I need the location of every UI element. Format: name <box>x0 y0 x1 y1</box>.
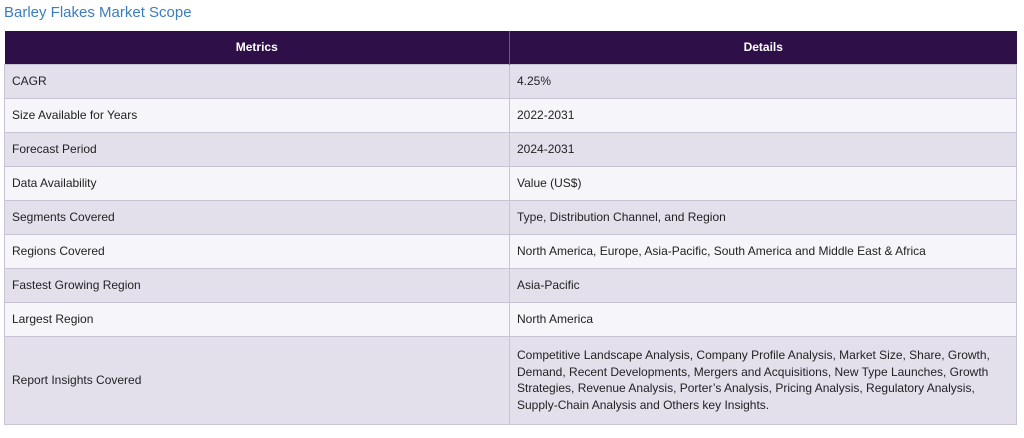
detail-cell: Type, Distribution Channel, and Region <box>509 199 1017 235</box>
table-row: Fastest Growing Region Asia-Pacific <box>4 267 1017 303</box>
metric-cell: CAGR <box>4 63 510 99</box>
column-header-details: Details <box>509 31 1017 64</box>
table-row: Segments Covered Type, Distribution Chan… <box>4 199 1017 235</box>
metric-cell: Data Availability <box>4 165 510 201</box>
table-row: Regions Covered North America, Europe, A… <box>4 233 1017 269</box>
metric-cell: Largest Region <box>4 301 510 337</box>
detail-cell: North America, Europe, Asia-Pacific, Sou… <box>509 233 1017 269</box>
detail-cell: North America <box>509 301 1017 337</box>
table-row: Data Availability Value (US$) <box>4 165 1017 201</box>
table-row: Report Insights Covered Competitive Land… <box>4 335 1017 425</box>
table-row: Largest Region North America <box>4 301 1017 337</box>
table-row: CAGR 4.25% <box>4 63 1017 99</box>
column-header-metrics: Metrics <box>4 31 510 64</box>
metric-cell: Forecast Period <box>4 131 510 167</box>
metric-cell: Fastest Growing Region <box>4 267 510 303</box>
page-title: Barley Flakes Market Scope <box>4 4 192 21</box>
table-row: Forecast Period 2024-2031 <box>4 131 1017 167</box>
metric-cell: Segments Covered <box>4 199 510 235</box>
detail-cell: Value (US$) <box>509 165 1017 201</box>
table-header-row: Metrics Details <box>4 31 1017 64</box>
detail-cell: Competitive Landscape Analysis, Company … <box>509 335 1017 425</box>
metric-cell: Report Insights Covered <box>4 335 510 425</box>
detail-cell: Asia-Pacific <box>509 267 1017 303</box>
detail-cell: 4.25% <box>509 63 1017 99</box>
metric-cell: Regions Covered <box>4 233 510 269</box>
detail-cell: 2022-2031 <box>509 97 1017 133</box>
detail-cell: 2024-2031 <box>509 131 1017 167</box>
table-row: Size Available for Years 2022-2031 <box>4 97 1017 133</box>
market-scope-table: Metrics Details CAGR 4.25% Size Availabl… <box>4 31 1017 425</box>
metric-cell: Size Available for Years <box>4 97 510 133</box>
